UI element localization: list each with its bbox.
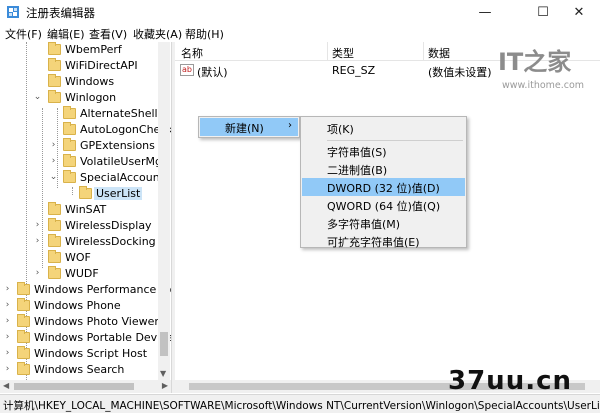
submenu-multi-string-value[interactable]: 多字符串值(M) (302, 214, 465, 232)
scrollbar-thumb[interactable] (14, 383, 134, 390)
folder-icon (48, 266, 61, 279)
folder-icon (48, 74, 61, 87)
chevron-right-icon[interactable]: › (33, 221, 42, 230)
regedit-icon (7, 6, 19, 18)
menu-bar: 文件(F) 编辑(E) 查看(V) 收藏夹(A) 帮助(H) (0, 24, 600, 42)
folder-icon (63, 122, 76, 135)
chevron-right-icon[interactable]: › (49, 141, 58, 150)
status-bar: 计算机\HKEY_LOCAL_MACHINE\SOFTWARE\Microsof… (0, 394, 600, 413)
scroll-left-icon[interactable]: ◀ (3, 381, 9, 390)
chevron-right-icon: › (288, 120, 292, 131)
folder-icon (17, 362, 30, 375)
maximize-icon: ☐ (537, 4, 549, 20)
string-value-icon: ab (180, 64, 194, 76)
folder-icon (48, 218, 61, 231)
menu-view[interactable]: 查看(V) (89, 26, 127, 42)
chevron-right-icon[interactable]: › (3, 317, 12, 326)
site-watermark: 37uu.cn (448, 366, 572, 396)
new-submenu: 项(K) 字符串值(S) 二进制值(B) DWORD (32 位)值(D) QW… (300, 116, 467, 250)
menu-file[interactable]: 文件(F) (5, 26, 42, 42)
scroll-down-icon[interactable]: ▼ (160, 369, 166, 378)
registry-path: 计算机\HKEY_LOCAL_MACHINE\SOFTWARE\Microsof… (3, 400, 600, 412)
scroll-right-icon[interactable]: ▶ (162, 381, 168, 390)
folder-icon (63, 154, 76, 167)
folder-icon (63, 170, 76, 183)
folder-icon (48, 250, 61, 263)
folder-icon (48, 42, 61, 55)
value-data: (数值未设置) (428, 66, 492, 79)
registry-tree: WbemPerf WiFiDirectAPI Windows ⌄ Winlogo… (0, 42, 171, 380)
column-header-data[interactable]: 数据 (428, 45, 450, 61)
close-icon: ✕ (573, 4, 585, 20)
tree-vertical-scrollbar[interactable]: ▼ (158, 42, 170, 380)
menu-help[interactable]: 帮助(H) (185, 26, 224, 42)
scrollbar-thumb[interactable] (160, 332, 168, 356)
submenu-binary-value[interactable]: 二进制值(B) (302, 160, 465, 178)
submenu-key[interactable]: 项(K) (302, 119, 465, 137)
menu-item-new[interactable]: 新建(N) › (200, 118, 298, 136)
submenu-qword-value[interactable]: QWORD (64 位)值(Q) (302, 196, 465, 214)
folder-icon (48, 90, 61, 103)
submenu-expand-string-value[interactable]: 可扩充字符串值(E) (302, 232, 465, 250)
ithome-watermark-logo: IT之家 (498, 48, 571, 76)
menu-favorites[interactable]: 收藏夹(A) (133, 26, 182, 42)
folder-icon (17, 314, 30, 327)
submenu-string-value[interactable]: 字符串值(S) (302, 142, 465, 160)
folder-icon (63, 138, 76, 151)
svg-text:IT之家: IT之家 (498, 48, 571, 76)
chevron-right-icon[interactable]: › (3, 365, 12, 374)
tree-horizontal-scrollbar[interactable]: ◀ ▶ (0, 380, 171, 393)
chevron-right-icon[interactable]: › (3, 333, 12, 342)
column-header-name[interactable]: 名称 (181, 45, 203, 61)
chevron-right-icon[interactable]: › (3, 349, 12, 358)
menu-separator (327, 140, 463, 141)
minimize-icon: — (478, 4, 492, 20)
chevron-down-icon[interactable]: ⌄ (33, 93, 42, 102)
folder-icon (17, 346, 30, 359)
window-title: 注册表编辑器 (26, 6, 95, 20)
submenu-dword-value[interactable]: DWORD (32 位)值(D) (302, 178, 465, 196)
chevron-right-icon[interactable]: › (3, 285, 12, 294)
column-header-type[interactable]: 类型 (332, 45, 354, 61)
chevron-right-icon[interactable]: › (3, 301, 12, 310)
value-type: REG_SZ (332, 64, 376, 77)
minimize-button[interactable]: — (462, 0, 508, 24)
folder-icon (79, 186, 92, 199)
chevron-right-icon[interactable]: › (49, 157, 58, 166)
folder-icon (17, 298, 30, 311)
value-name: (默认) (197, 66, 228, 79)
folder-icon (48, 58, 61, 71)
folder-icon (48, 202, 61, 215)
title-bar: 注册表编辑器 — ☐ ✕ (0, 0, 600, 24)
chevron-right-icon[interactable]: › (33, 237, 42, 246)
menu-edit[interactable]: 编辑(E) (47, 26, 85, 42)
chevron-down-icon[interactable]: ⌄ (49, 173, 58, 182)
context-menu: 新建(N) › (198, 116, 300, 138)
folder-icon (17, 330, 30, 343)
folder-icon (48, 234, 61, 247)
folder-icon (63, 106, 76, 119)
folder-icon (17, 282, 30, 295)
ithome-watermark-url: www.ithome.com (502, 80, 585, 91)
close-button[interactable]: ✕ (556, 0, 600, 24)
chevron-right-icon[interactable]: › (33, 269, 42, 278)
